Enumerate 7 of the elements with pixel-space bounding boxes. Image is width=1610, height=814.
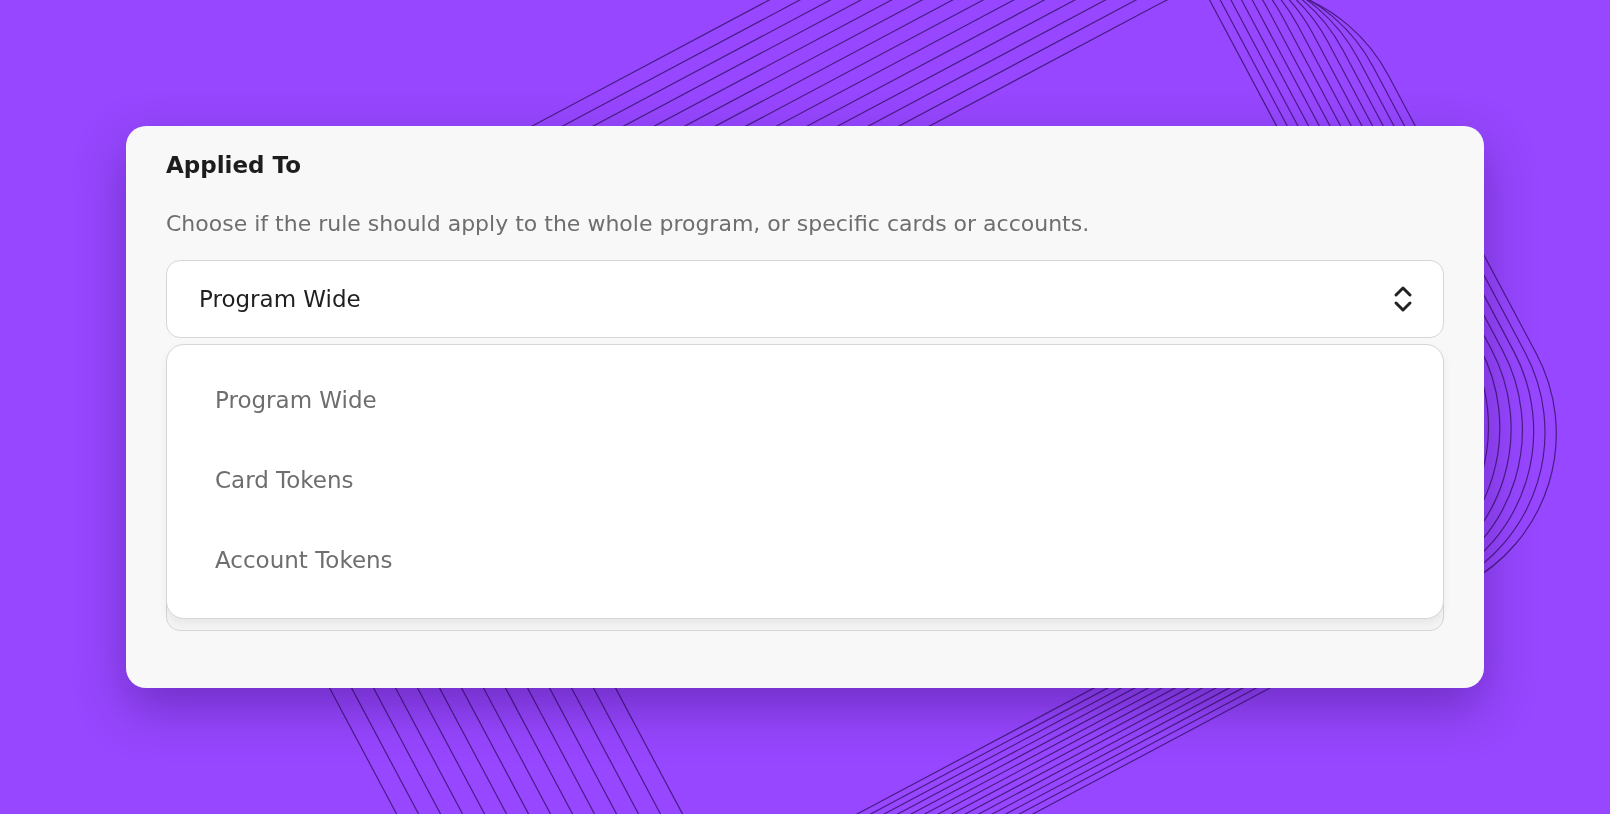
select-field[interactable]: Program Wide: [166, 260, 1444, 338]
section-title: Applied To: [166, 151, 302, 180]
section-description: Choose if the rule should apply to the whole program, or specific cards or accounts.: [166, 210, 1091, 238]
chevron-up-down-icon: [1393, 285, 1413, 313]
dropdown-option[interactable]: Account Tokens: [215, 527, 393, 607]
dropdown-option[interactable]: Program Wide: [215, 367, 377, 447]
dropdown-option[interactable]: Card Tokens: [215, 447, 354, 527]
